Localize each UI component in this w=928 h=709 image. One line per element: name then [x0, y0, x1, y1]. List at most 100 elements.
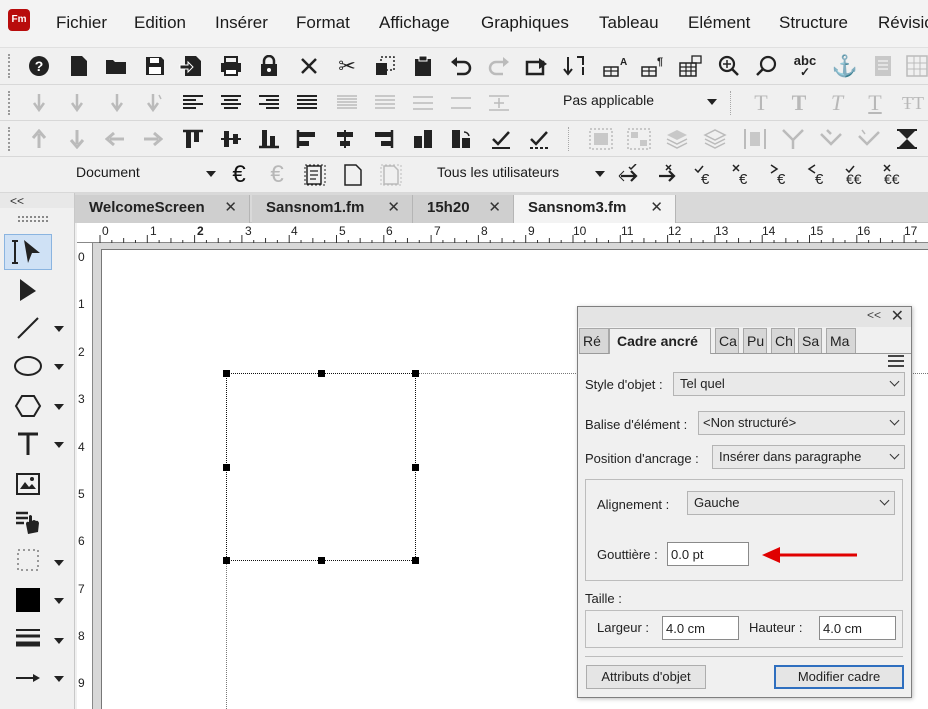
- align-left-obj-icon[interactable]: [292, 125, 322, 153]
- document-icon-disabled[interactable]: [868, 52, 898, 80]
- chevron-down-icon[interactable]: [54, 404, 64, 410]
- dotted-frame-tool-icon[interactable]: [4, 542, 52, 578]
- tab-cadre-ancre[interactable]: Cadre ancré: [609, 328, 711, 354]
- line-spacing-2-icon[interactable]: [370, 89, 400, 117]
- menu-tableau[interactable]: Tableau: [599, 13, 659, 33]
- distribute-icon[interactable]: [740, 125, 770, 153]
- accept-all-icon[interactable]: €: [690, 161, 720, 189]
- align-right-obj-icon[interactable]: [368, 125, 398, 153]
- close-icon[interactable]: ✕: [488, 195, 501, 221]
- polygon-tool-icon[interactable]: [4, 388, 52, 424]
- dialog-titlebar[interactable]: << ✕: [578, 307, 911, 327]
- anchored-frame[interactable]: [223, 370, 419, 564]
- users-combo[interactable]: Tous les utilisateurs: [437, 164, 605, 186]
- print-icon[interactable]: [216, 52, 246, 80]
- resize-handle[interactable]: [223, 557, 230, 564]
- tab-sansnom3[interactable]: Sansnom3.fm ✕: [514, 195, 676, 223]
- indent-custom-icon[interactable]: [140, 89, 170, 117]
- anchor-position-select[interactable]: Insérer dans paragraphe: [712, 445, 905, 469]
- tab-welcomescreen[interactable]: WelcomeScreen ✕: [75, 195, 250, 223]
- bring-front-icon[interactable]: [662, 125, 692, 153]
- line-spacing-3-icon[interactable]: [408, 89, 438, 117]
- font-size-icon[interactable]: ŦT: [898, 89, 928, 117]
- add-space-icon[interactable]: [484, 89, 514, 117]
- euro-icon[interactable]: €: [224, 161, 254, 189]
- line-width-icon[interactable]: [4, 620, 52, 656]
- group-icon[interactable]: [586, 125, 616, 153]
- accept-all-changes-icon[interactable]: €€: [842, 161, 872, 189]
- copy-icon[interactable]: [370, 52, 400, 80]
- tab-pu[interactable]: Pu: [743, 328, 767, 353]
- document-settings-icon[interactable]: [300, 161, 330, 189]
- rotate-icon[interactable]: [408, 125, 438, 153]
- split-icon[interactable]: [816, 125, 846, 153]
- font-italic-icon[interactable]: T: [822, 89, 852, 117]
- paste-icon[interactable]: [408, 52, 438, 80]
- send-back-icon[interactable]: [700, 125, 730, 153]
- chevron-down-icon[interactable]: [54, 364, 64, 370]
- table-icon-1[interactable]: A: [600, 52, 630, 80]
- align-center-obj-icon[interactable]: [330, 125, 360, 153]
- toolbar-grip[interactable]: [8, 54, 12, 78]
- toolbar-grip[interactable]: [8, 91, 12, 115]
- menu-graphiques[interactable]: Graphiques: [481, 13, 569, 33]
- align-right-icon[interactable]: [254, 89, 284, 117]
- close-icon[interactable]: ✕: [650, 195, 663, 221]
- arrow-merge-icon[interactable]: [854, 125, 884, 153]
- align-left-icon[interactable]: [178, 89, 208, 117]
- height-input[interactable]: [819, 616, 896, 640]
- table-icon-2[interactable]: ¶: [638, 52, 668, 80]
- spellcheck-icon[interactable]: abc ✓: [790, 52, 820, 80]
- save-as-icon[interactable]: [176, 52, 206, 80]
- object-attributes-button[interactable]: Attributs d'objet: [586, 665, 706, 689]
- search-icon[interactable]: [752, 52, 782, 80]
- close-icon[interactable]: ✕: [224, 195, 237, 221]
- tab-ch[interactable]: Ch: [771, 328, 795, 353]
- align-top-icon[interactable]: [178, 125, 208, 153]
- menu-revision[interactable]: Révisio: [878, 13, 928, 33]
- resize-handle[interactable]: [412, 370, 419, 377]
- fill-color-icon[interactable]: [4, 582, 52, 618]
- menu-structure[interactable]: Structure: [779, 13, 848, 33]
- modify-frame-button[interactable]: Modifier cadre: [774, 665, 904, 689]
- previous-change-icon[interactable]: €: [804, 161, 834, 189]
- find-replace-icon[interactable]: [714, 52, 744, 80]
- chevron-down-icon[interactable]: [54, 638, 64, 644]
- smart-select-tool-icon[interactable]: [4, 234, 52, 270]
- tab-ma[interactable]: Ma: [826, 328, 856, 353]
- toolbar-grip[interactable]: [8, 127, 12, 151]
- undo-icon[interactable]: [446, 52, 476, 80]
- move-left-icon[interactable]: [100, 125, 130, 153]
- indent-down-3-icon[interactable]: [102, 89, 132, 117]
- font-normal-icon[interactable]: T: [746, 89, 776, 117]
- move-down-icon[interactable]: [62, 125, 92, 153]
- resize-handle[interactable]: [318, 370, 325, 377]
- cut-icon[interactable]: ✂: [332, 52, 362, 80]
- euro-lock-icon[interactable]: €: [262, 161, 292, 189]
- panel-menu-icon[interactable]: [888, 355, 904, 367]
- chevron-down-icon[interactable]: [54, 326, 64, 332]
- tab-ca[interactable]: Ca: [715, 328, 739, 353]
- page-disabled-icon[interactable]: [376, 161, 406, 189]
- triangle-icon[interactable]: [892, 125, 922, 153]
- tab-re[interactable]: Ré: [579, 328, 609, 353]
- indent-down-icon[interactable]: [24, 89, 54, 117]
- line-spacing-icon[interactable]: [332, 89, 362, 117]
- element-tag-select[interactable]: <Non structuré>: [698, 411, 905, 435]
- redo-arrow-icon[interactable]: [522, 52, 552, 80]
- accept-change-icon[interactable]: [614, 161, 644, 189]
- table-icon-3[interactable]: [676, 52, 706, 80]
- menu-affichage[interactable]: Affichage: [379, 13, 450, 33]
- tab-sansnom1[interactable]: Sansnom1.fm ✕: [252, 195, 413, 223]
- check-double-icon[interactable]: [524, 125, 554, 153]
- menu-element[interactable]: Elément: [688, 13, 750, 33]
- menu-fichier[interactable]: Fichier: [56, 13, 107, 33]
- paragraph-format-combo[interactable]: Pas applicable: [563, 92, 717, 114]
- close-icon[interactable]: ✕: [387, 195, 400, 221]
- menu-inserer[interactable]: Insérer: [215, 13, 268, 33]
- object-style-select[interactable]: Tel quel: [673, 372, 905, 396]
- resize-handle[interactable]: [223, 370, 230, 377]
- flip-icon[interactable]: [446, 125, 476, 153]
- new-document-icon[interactable]: [64, 52, 94, 80]
- menu-format[interactable]: Format: [296, 13, 350, 33]
